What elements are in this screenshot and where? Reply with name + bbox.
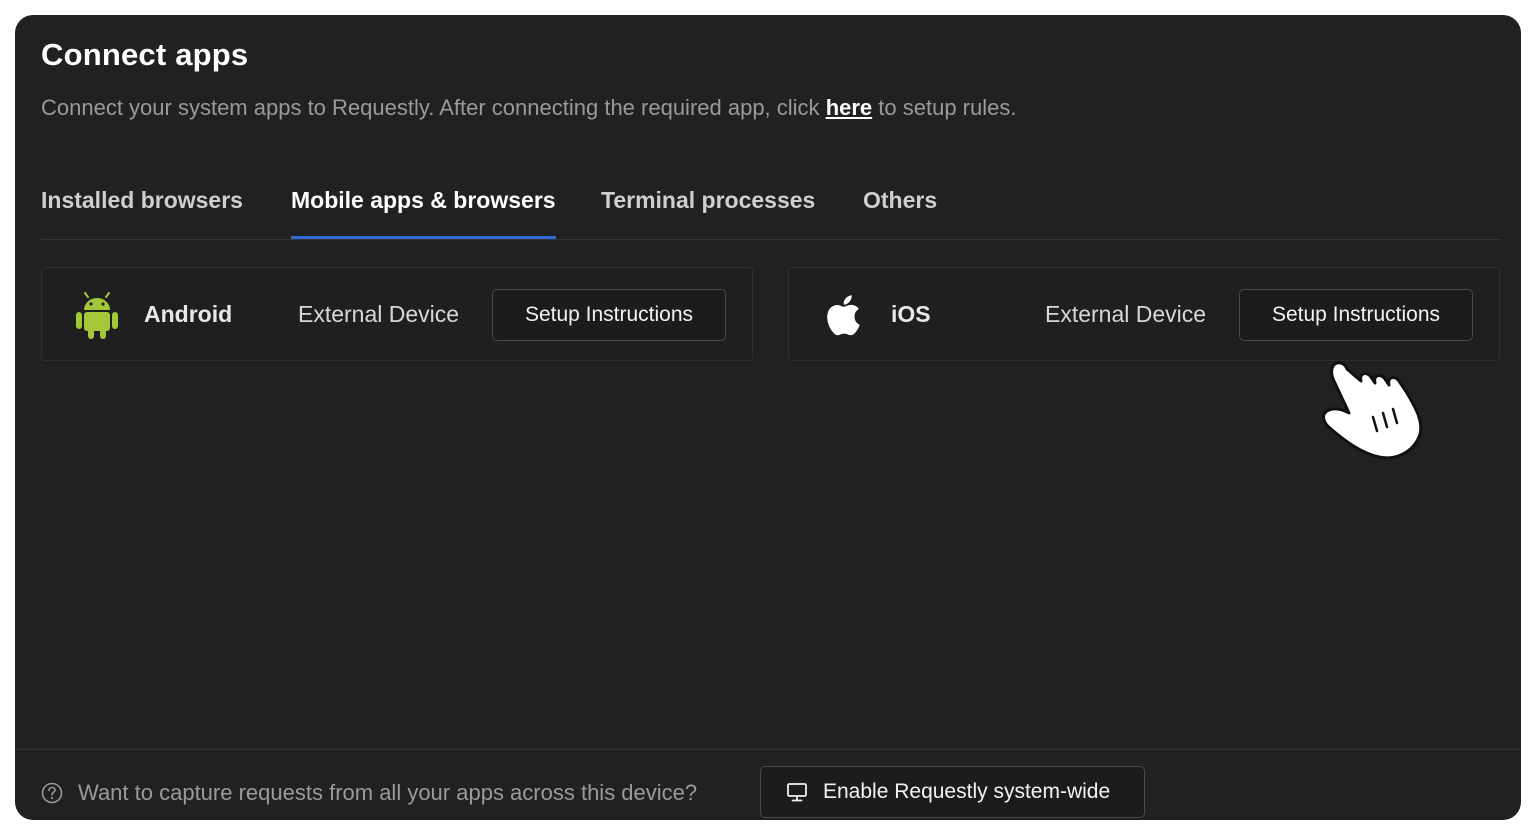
device-name-ios: iOS (891, 301, 931, 327)
android-device-card: Android External Device Setup Instructio… (41, 267, 753, 361)
footer-bar: Want to capture requests from all your a… (15, 749, 1521, 820)
page-title: Connect apps (41, 37, 249, 72)
tab-bar: Installed browsers Mobile apps & browser… (41, 183, 1501, 240)
android-setup-instructions-button[interactable]: Setup Instructions (492, 289, 726, 341)
question-circle-icon (41, 782, 63, 804)
device-type-android: External Device (298, 301, 460, 327)
android-icon (76, 292, 118, 339)
apple-icon (827, 295, 860, 336)
enable-system-wide-label: Enable Requestly system-wide (823, 780, 1111, 803)
tab-installed-browsers[interactable]: Installed browsers (41, 187, 243, 239)
system-wide-help-text: Want to capture requests from all your a… (78, 780, 698, 805)
device-name-android: Android (144, 301, 233, 327)
ios-setup-instructions-button[interactable]: Setup Instructions (1239, 289, 1473, 341)
page-subtitle: Connect your system apps to Requestly. A… (41, 95, 1016, 121)
tab-others[interactable]: Others (863, 187, 937, 239)
tab-mobile-apps-browsers[interactable]: Mobile apps & browsers (291, 187, 556, 239)
device-type-ios: External Device (1045, 301, 1207, 327)
subtitle-text-before: Connect your system apps to Requestly. A… (41, 95, 826, 120)
setup-rules-link[interactable]: here (826, 95, 872, 120)
hand-pointer-cursor-icon (1322, 361, 1423, 460)
desktop-icon (787, 783, 807, 802)
subtitle-text-after: to setup rules. (872, 95, 1017, 120)
connect-apps-modal: Connect apps Connect your system apps to… (15, 15, 1521, 820)
enable-system-wide-button[interactable]: Enable Requestly system-wide (760, 766, 1145, 818)
ios-device-card: iOS External Device Setup Instructions (788, 267, 1500, 361)
tab-terminal-processes[interactable]: Terminal processes (601, 187, 815, 239)
